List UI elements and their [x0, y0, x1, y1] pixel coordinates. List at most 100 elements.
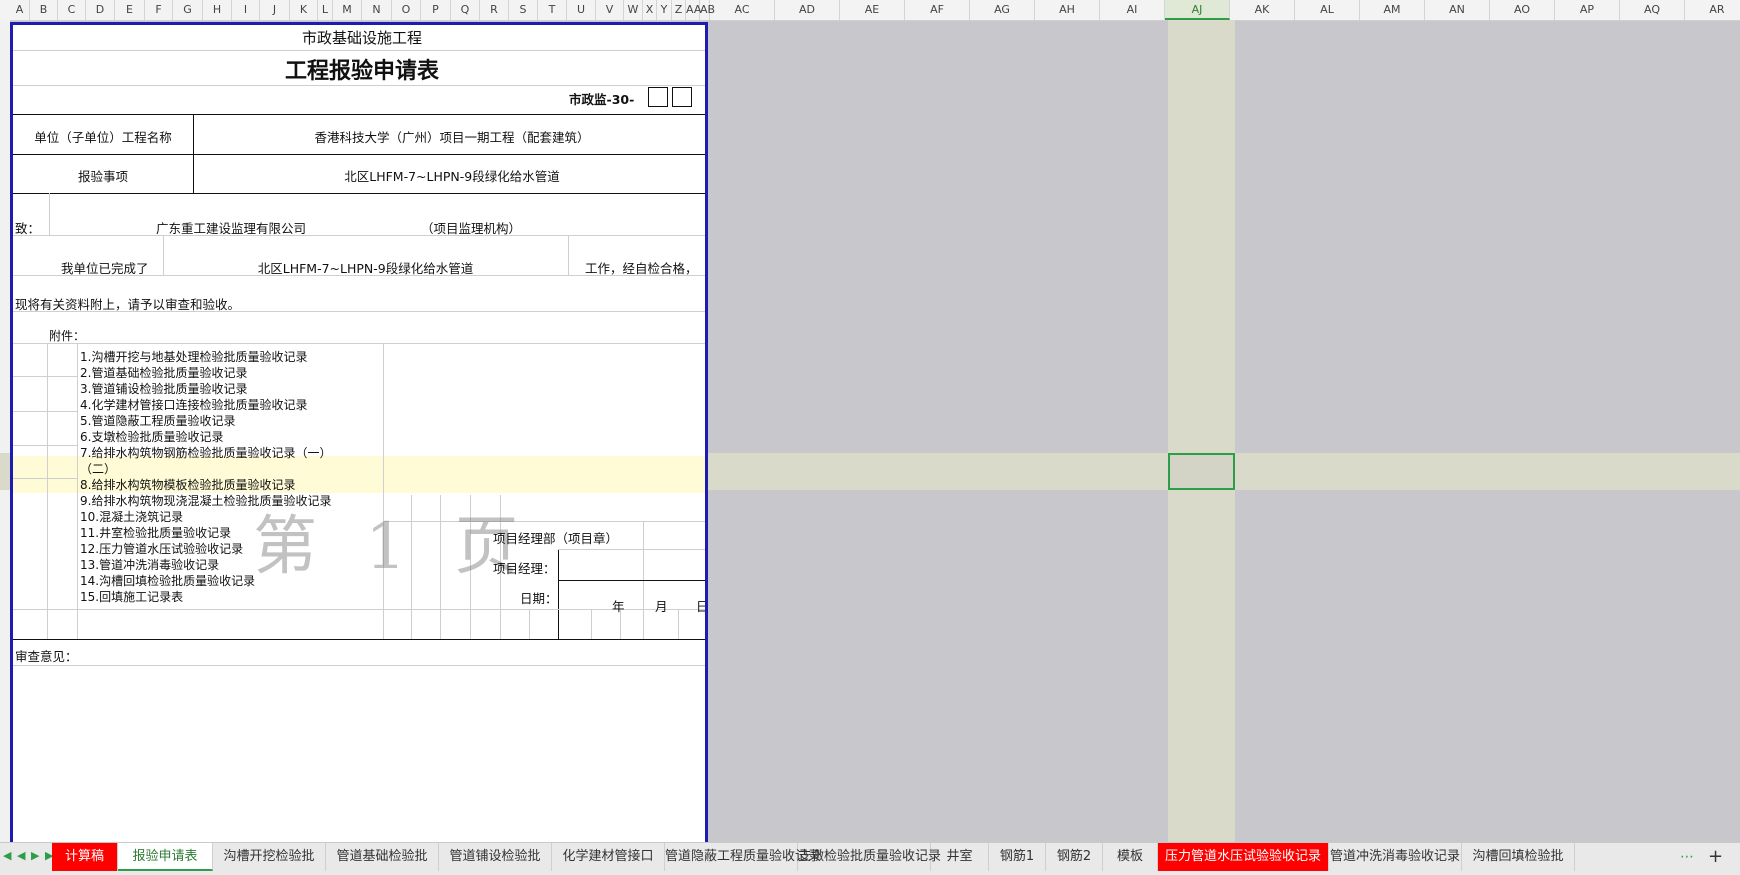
code-box-1[interactable] — [648, 87, 668, 107]
column-header-c[interactable]: C — [58, 0, 86, 20]
column-header-g[interactable]: G — [173, 0, 203, 20]
sheet-tab[interactable]: 化学建材管接口 — [552, 843, 665, 871]
sheet-tab[interactable]: 钢筋2 — [1046, 843, 1103, 871]
project-dept-label: 项目经理部（项目章） — [493, 531, 619, 546]
column-header-r[interactable]: R — [480, 0, 509, 20]
sheet-tab[interactable]: 沟槽开挖检验批 — [213, 843, 326, 871]
column-header-ab[interactable]: AB — [700, 0, 715, 20]
form-code-label: 市政监-30- — [569, 92, 635, 107]
column-header-aj[interactable]: AJ — [1165, 0, 1230, 20]
sheet-tab[interactable]: 管道基础检验批 — [326, 843, 439, 871]
column-header-an[interactable]: AN — [1425, 0, 1490, 20]
gridline — [77, 343, 78, 639]
column-header-s[interactable]: S — [509, 0, 538, 20]
column-header-k[interactable]: K — [290, 0, 318, 20]
active-column-highlight — [1168, 20, 1235, 842]
column-header-l[interactable]: L — [318, 0, 333, 20]
add-sheet-icon[interactable]: + — [1708, 846, 1723, 867]
column-header-ao[interactable]: AO — [1490, 0, 1555, 20]
gridline — [529, 609, 530, 639]
unit-name-label: 单位（子单位）工程名称 — [34, 130, 172, 145]
code-box-2[interactable] — [672, 87, 692, 107]
attachment-item: 15.回填施工记录表 — [80, 590, 184, 604]
attachment-item: 5.管道隐蔽工程质量验收记录 — [80, 414, 236, 428]
sheet-tab[interactable]: 钢筋1 — [989, 843, 1046, 871]
column-header-z[interactable]: Z — [672, 0, 686, 20]
sheet-tab[interactable]: 模板 — [1103, 843, 1158, 871]
sheet-tab[interactable]: 沟槽回填检验批 — [1462, 843, 1575, 871]
gridline — [13, 235, 705, 236]
sheet-tab[interactable]: 管道铺设检验批 — [439, 843, 552, 871]
gridline — [591, 609, 592, 639]
date-month: 月 — [655, 599, 668, 614]
column-header-d[interactable]: D — [86, 0, 115, 20]
gridline — [13, 311, 705, 312]
column-header-aa[interactable]: AA — [686, 0, 701, 20]
column-header-af[interactable]: AF — [905, 0, 970, 20]
gridline — [13, 411, 77, 412]
selected-cell[interactable] — [1168, 453, 1235, 490]
next-sheet-icon[interactable]: ▶ — [31, 849, 39, 862]
sheet-tab[interactable]: 管道冲洗消毒验收记录 — [1329, 843, 1462, 871]
attachment-item: 12.压力管道水压试验验收记录 — [80, 542, 244, 556]
gridline — [558, 549, 705, 550]
attachment-item: 10.混凝土浇筑记录 — [80, 510, 184, 524]
column-header-u[interactable]: U — [567, 0, 596, 20]
prev-sheet-icon[interactable]: ◀ — [17, 849, 25, 862]
column-header-j[interactable]: J — [260, 0, 290, 20]
column-header-ar[interactable]: AR — [1685, 0, 1740, 20]
sheet-tab[interactable]: 报验申请表 — [118, 843, 213, 871]
sheet-tab[interactable]: 支墩检验批质量验收记录 — [798, 843, 941, 871]
column-header-ap[interactable]: AP — [1555, 0, 1620, 20]
column-header-a[interactable]: A — [10, 0, 30, 20]
sheet-tab[interactable]: 井室 — [931, 843, 989, 871]
sheet-tab[interactable]: 管道隐蔽工程质量验收记录 — [665, 843, 821, 871]
column-header-ai[interactable]: AI — [1100, 0, 1165, 20]
column-header-ad[interactable]: AD — [775, 0, 840, 20]
column-header-q[interactable]: Q — [451, 0, 480, 20]
column-header-ag[interactable]: AG — [970, 0, 1035, 20]
column-header-v[interactable]: V — [596, 0, 624, 20]
gridline — [13, 445, 77, 446]
divider — [13, 85, 705, 86]
column-header-h[interactable]: H — [203, 0, 232, 20]
column-header-al[interactable]: AL — [1295, 0, 1360, 20]
more-sheets-icon[interactable]: ⋯ — [1680, 849, 1694, 865]
column-header-f[interactable]: F — [145, 0, 173, 20]
column-header-y[interactable]: Y — [657, 0, 672, 20]
column-header-ah[interactable]: AH — [1035, 0, 1100, 20]
attachment-item: 7.给排水构筑物钢筋检验批质量验收记录（一） — [80, 446, 332, 460]
column-header-ak[interactable]: AK — [1230, 0, 1295, 20]
sheet-tab[interactable]: 压力管道水压试验验收记录 — [1158, 843, 1329, 871]
column-header-w[interactable]: W — [624, 0, 643, 20]
column-header-n[interactable]: N — [362, 0, 392, 20]
sheet-tab[interactable]: 计算稿 — [52, 843, 118, 871]
column-header-b[interactable]: B — [30, 0, 58, 20]
column-header-e[interactable]: E — [115, 0, 145, 20]
column-header-t[interactable]: T — [538, 0, 567, 20]
gridline — [13, 376, 77, 377]
gridline — [678, 609, 679, 639]
column-header-m[interactable]: M — [333, 0, 362, 20]
review-opinion-label: 审查意见： — [15, 649, 78, 664]
gridline — [13, 665, 705, 666]
column-header-am[interactable]: AM — [1360, 0, 1425, 20]
attachment-item: （二） — [80, 462, 117, 476]
column-header-o[interactable]: O — [392, 0, 421, 20]
column-header-p[interactable]: P — [421, 0, 451, 20]
inspection-item-label: 报验事项 — [77, 169, 128, 184]
column-header-i[interactable]: I — [232, 0, 260, 20]
page-watermark: 第 1 页 — [253, 510, 533, 584]
form-title: 工程报验申请表 — [284, 58, 439, 84]
date-day: 日 — [696, 599, 708, 614]
divider — [13, 50, 705, 51]
column-header-x[interactable]: X — [643, 0, 657, 20]
column-header-bar: A B C D E F G H I J K L M N O P Q R S T U V W X Y Z AA AB AC AD AE AF AG… — [0, 0, 1740, 21]
gridline — [568, 235, 569, 275]
column-header-aq[interactable]: AQ — [1620, 0, 1685, 20]
first-sheet-icon[interactable]: ◀ — [3, 849, 11, 862]
attachment-item: 14.沟槽回填检验批质量验收记录 — [80, 574, 256, 588]
gridline — [13, 275, 705, 276]
column-header-ac[interactable]: AC — [710, 0, 775, 20]
column-header-ae[interactable]: AE — [840, 0, 905, 20]
